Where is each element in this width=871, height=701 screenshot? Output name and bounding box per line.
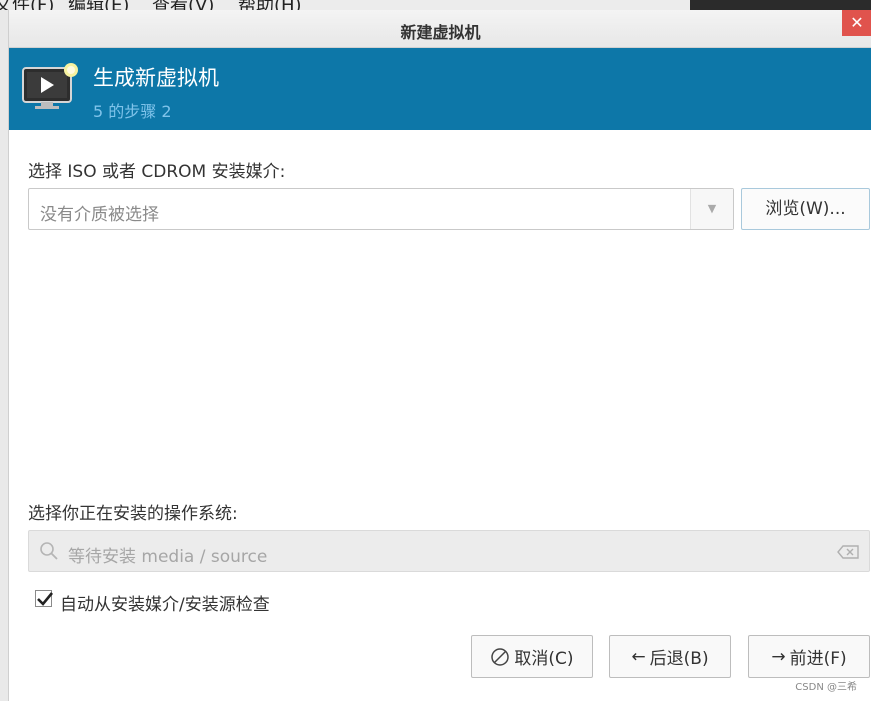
back-button[interactable]: ← 后退(B) — [609, 635, 731, 678]
wizard-banner: 生成新虚拟机 5 的步骤 2 — [9, 48, 871, 130]
search-icon — [39, 541, 59, 565]
os-search-placeholder: 等待安装 media / source — [68, 547, 268, 567]
dialog-title: 新建虚拟机 — [400, 23, 481, 42]
forward-button[interactable]: → 前进(F) — [748, 635, 870, 678]
dialog-titlebar[interactable]: 新建虚拟机 ✕ — [9, 10, 871, 48]
monitor-play-icon — [21, 62, 79, 116]
checkmark-icon — [37, 592, 54, 606]
new-vm-dialog: 新建虚拟机 ✕ 生成新虚拟机 5 的步骤 2 选择 ISO 或者 CDROM 安… — [8, 10, 871, 701]
menu-help[interactable]: 帮助(H) — [238, 0, 302, 10]
close-icon: ✕ — [850, 13, 864, 32]
background-window-edge-right — [690, 0, 871, 10]
install-media-combobox[interactable]: 没有介质被选择 ▼ — [28, 188, 734, 230]
close-button[interactable]: ✕ — [842, 10, 871, 36]
watermark: CSDN @三希 — [795, 682, 857, 693]
menu-edit[interactable]: 编辑(E) — [68, 0, 129, 10]
clear-icon[interactable] — [837, 544, 859, 563]
auto-detect-label[interactable]: 自动从安装媒介/安装源检查 — [60, 590, 270, 615]
os-search-field[interactable]: 等待安装 media / source — [28, 530, 870, 572]
browse-button[interactable]: 浏览(W)... — [741, 188, 870, 230]
wizard-step-indicator: 5 的步骤 2 — [93, 102, 172, 121]
background-window-edge — [0, 10, 8, 701]
forward-button-label: 前进(F) — [789, 649, 847, 669]
back-button-label: 后退(B) — [649, 649, 709, 669]
install-media-placeholder: 没有介质被选择 — [40, 205, 159, 225]
auto-detect-checkbox[interactable] — [35, 590, 54, 607]
background-menubar: 文件(F) 编辑(E) 查看(V) 帮助(H) — [0, 0, 690, 10]
menu-view[interactable]: 查看(V) — [152, 0, 214, 10]
dropdown-arrow-icon[interactable]: ▼ — [690, 189, 733, 229]
cancel-button[interactable]: 取消(C) — [471, 635, 593, 678]
cancel-button-label: 取消(C) — [514, 649, 574, 669]
back-arrow-icon: ← — [631, 646, 646, 667]
wizard-heading: 生成新虚拟机 — [93, 66, 219, 90]
menu-file[interactable]: 文件(F) — [0, 0, 54, 10]
forward-arrow-icon: → — [771, 646, 786, 667]
os-selection-label: 选择你正在安装的操作系统: — [28, 504, 238, 524]
install-media-label: 选择 ISO 或者 CDROM 安装媒介: — [28, 162, 286, 182]
cancel-icon — [491, 647, 510, 666]
